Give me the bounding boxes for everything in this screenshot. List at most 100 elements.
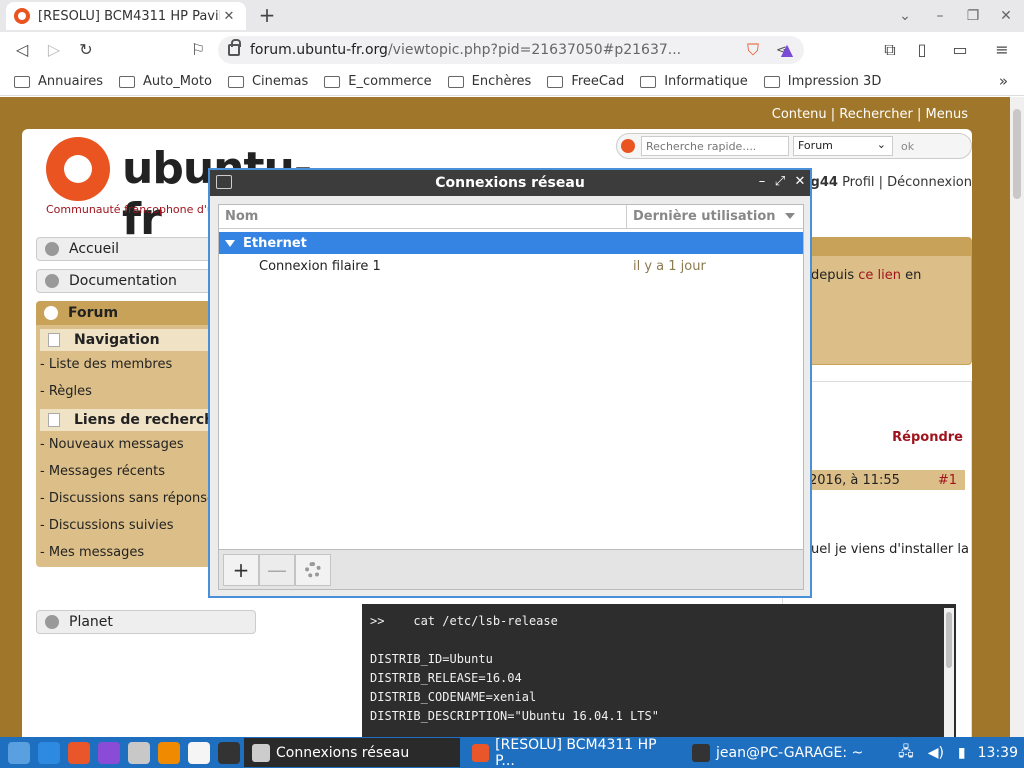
connection-last-used: il y a 1 jour bbox=[633, 258, 706, 274]
close-window-icon[interactable]: ✕ bbox=[996, 6, 1016, 26]
page-scrollbar[interactable] bbox=[1010, 97, 1024, 737]
address-bar[interactable]: forum.ubuntu-fr.org/viewtopic.php?pid=21… bbox=[218, 36, 804, 64]
brave-browser-icon bbox=[472, 743, 490, 762]
dialog-close-icon[interactable]: ✕ bbox=[792, 174, 808, 190]
notice-link[interactable]: ce lien bbox=[858, 268, 901, 283]
bookmark-folder[interactable]: Cinemas bbox=[227, 74, 309, 89]
scrollbar-thumb[interactable] bbox=[1013, 109, 1021, 199]
list-header: Nom Dernière utilisation bbox=[219, 205, 803, 229]
search-icon bbox=[621, 139, 635, 153]
tab-title: [RESOLU] BCM4311 HP Pavil bbox=[38, 8, 220, 24]
bookmark-folder[interactable]: Enchères bbox=[447, 74, 531, 89]
url-text[interactable]: forum.ubuntu-fr.org/viewtopic.php?pid=21… bbox=[250, 42, 776, 58]
user-links: org44 Profil | Déconnexion bbox=[795, 175, 972, 190]
connection-row[interactable]: Connexion filaire 1 il y a 1 jour bbox=[219, 254, 803, 278]
new-tab-button[interactable]: + bbox=[256, 4, 278, 26]
column-last-used-header[interactable]: Dernière utilisation bbox=[627, 205, 803, 228]
bookmark-icon[interactable]: ⚐ bbox=[186, 39, 210, 61]
task-label: jean@PC-GARAGE: ~ bbox=[716, 744, 864, 761]
dialog-maximize-icon[interactable]: ⤢ bbox=[772, 174, 788, 190]
minimize-window-icon[interactable]: – bbox=[930, 6, 950, 26]
terminal-icon[interactable] bbox=[218, 741, 240, 764]
logo-subtitle: Communauté francophone d'util bbox=[46, 203, 225, 216]
home-icon bbox=[45, 242, 59, 256]
start-menu-icon[interactable] bbox=[8, 741, 30, 764]
column-name-header[interactable]: Nom bbox=[219, 205, 627, 228]
url-host: forum.ubuntu-fr.org bbox=[250, 42, 388, 58]
bookmark-folder[interactable]: Informatique bbox=[640, 74, 748, 89]
post-date: 2016, à 11:55 bbox=[809, 472, 900, 488]
quick-search: Forum ⌄ ok bbox=[616, 133, 972, 159]
sidebar-label: Forum bbox=[68, 305, 119, 321]
power-icon[interactable]: ▮ bbox=[958, 745, 966, 761]
document-icon bbox=[48, 413, 60, 427]
bookmark-folder[interactable]: Auto_Moto bbox=[119, 74, 212, 89]
forward-button-icon[interactable]: ▷ bbox=[42, 39, 66, 61]
text-editor-icon[interactable] bbox=[188, 741, 210, 764]
taskbar: Connexions réseau [RESOLU] BCM4311 HP P.… bbox=[0, 737, 1024, 768]
folder-icon bbox=[227, 75, 244, 88]
task-browser[interactable]: [RESOLU] BCM4311 HP P... bbox=[464, 737, 680, 768]
brave-browser-icon[interactable] bbox=[68, 741, 90, 764]
bookmark-label: Informatique bbox=[664, 74, 748, 89]
browser-tab-bar: [RESOLU] BCM4311 HP Pavil ✕ + ⌄ – ❐ ✕ bbox=[0, 0, 1024, 32]
dialog-minimize-icon[interactable]: – bbox=[754, 174, 770, 190]
sidebar-planet[interactable]: Planet bbox=[36, 610, 256, 634]
bookmark-folder[interactable]: FreeCad bbox=[547, 74, 624, 89]
heading-label: Liens de recherche bbox=[74, 412, 224, 428]
brave-rewards-icon[interactable]: ▲ bbox=[775, 39, 799, 61]
top-links[interactable]: Contenu | Rechercher | Menus bbox=[772, 107, 968, 122]
gear-icon bbox=[305, 561, 321, 578]
planet-icon bbox=[45, 615, 59, 629]
volume-icon[interactable]: ◀) bbox=[928, 745, 944, 761]
media-player-icon[interactable] bbox=[98, 741, 120, 764]
connections-list: Nom Dernière utilisation Ethernet Connex… bbox=[218, 204, 804, 550]
task-label: Connexions réseau bbox=[276, 744, 410, 761]
remove-connection-button[interactable]: — bbox=[259, 553, 295, 586]
brave-shield-icon[interactable]: ⛉ bbox=[741, 39, 765, 61]
bookmark-label: Cinemas bbox=[251, 74, 309, 89]
vlc-icon[interactable] bbox=[158, 741, 180, 764]
task-network-connections[interactable]: Connexions réseau bbox=[244, 738, 460, 767]
sidebar-label: Documentation bbox=[69, 273, 177, 289]
bookmark-folder[interactable]: E_commerce bbox=[324, 74, 432, 89]
profile-logout-links[interactable]: Profil | Déconnexion bbox=[838, 175, 972, 190]
add-connection-button[interactable]: + bbox=[223, 553, 259, 586]
dialog-titlebar[interactable]: Connexions réseau – ⤢ ✕ bbox=[210, 170, 810, 196]
code-scrollbar[interactable] bbox=[944, 608, 954, 737]
bookmark-folder[interactable]: Annuaires bbox=[14, 74, 103, 89]
file-manager-icon[interactable] bbox=[128, 741, 150, 764]
extensions-icon[interactable]: ⧉ bbox=[878, 39, 902, 61]
post-number[interactable]: #1 bbox=[938, 473, 957, 488]
ubuntu-logo-icon bbox=[46, 137, 110, 201]
bookmark-label: FreeCad bbox=[571, 74, 625, 89]
menu-icon[interactable]: ≡ bbox=[990, 39, 1014, 61]
connection-name: Connexion filaire 1 bbox=[259, 258, 381, 274]
bookmark-folder[interactable]: Impression 3D bbox=[763, 74, 882, 89]
ethernet-group-row[interactable]: Ethernet bbox=[219, 232, 803, 254]
wallet-icon[interactable]: ▭ bbox=[948, 39, 972, 61]
edit-connection-button[interactable] bbox=[295, 553, 331, 586]
reply-link[interactable]: Répondre bbox=[892, 430, 963, 445]
folder-icon bbox=[547, 75, 564, 88]
bookmarks-overflow-icon[interactable]: » bbox=[999, 72, 1008, 90]
task-terminal[interactable]: jean@PC-GARAGE: ~ bbox=[684, 738, 871, 767]
sidebar-toggle-icon[interactable]: ▯ bbox=[910, 39, 934, 61]
search-input[interactable] bbox=[641, 136, 789, 156]
bookmark-label: Impression 3D bbox=[787, 74, 882, 89]
sort-descending-icon bbox=[785, 213, 795, 219]
search-ok-button[interactable]: ok bbox=[901, 140, 914, 153]
notice-text: depuis ce lien en bbox=[811, 268, 921, 283]
search-scope-select[interactable]: Forum ⌄ bbox=[793, 136, 893, 156]
back-button-icon[interactable]: ◁ bbox=[10, 39, 34, 61]
show-desktop-icon[interactable] bbox=[38, 741, 60, 764]
maximize-window-icon[interactable]: ❐ bbox=[963, 6, 983, 26]
expand-arrow-icon[interactable] bbox=[225, 239, 235, 247]
forum-icon bbox=[44, 306, 58, 320]
tab-close-icon[interactable]: ✕ bbox=[220, 9, 238, 24]
tab-list-chevron-icon[interactable]: ⌄ bbox=[895, 6, 915, 26]
network-tray-icon[interactable]: 🖧 bbox=[898, 741, 914, 765]
reload-icon[interactable]: ↻ bbox=[74, 39, 98, 61]
browser-tab[interactable]: [RESOLU] BCM4311 HP Pavil ✕ bbox=[6, 2, 246, 30]
clock[interactable]: 13:39 bbox=[978, 745, 1018, 761]
